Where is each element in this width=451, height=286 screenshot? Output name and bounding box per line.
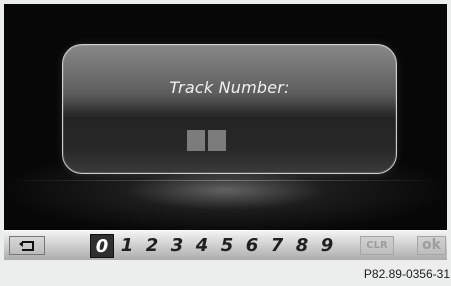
digit-key-1[interactable]: 1 (115, 234, 139, 258)
figure-code: P82.89-0356-31 (363, 267, 450, 281)
numeric-keypad-bar: 0 1 2 3 4 5 6 7 8 9 CLR ok (4, 230, 447, 260)
digit-key-9[interactable]: 9 (315, 234, 339, 258)
digit-key-4[interactable]: 4 (190, 234, 214, 258)
dialog-title: Track Number: (169, 78, 290, 97)
digit-key-8[interactable]: 8 (290, 234, 314, 258)
digit-key-7[interactable]: 7 (265, 234, 289, 258)
digit-key-6[interactable]: 6 (240, 234, 264, 258)
digit-key-5[interactable]: 5 (215, 234, 239, 258)
track-number-digit-slot-2 (208, 130, 226, 151)
track-number-digit-slot-1 (187, 130, 205, 151)
clear-button[interactable]: CLR (360, 236, 394, 255)
track-number-dialog: Track Number: (62, 44, 397, 174)
background-horizon (4, 180, 447, 181)
digit-keys: 0 1 2 3 4 5 6 7 8 9 (90, 233, 340, 259)
digit-key-0[interactable]: 0 (90, 234, 114, 258)
digit-key-2[interactable]: 2 (140, 234, 164, 258)
digit-key-3[interactable]: 3 (165, 234, 189, 258)
track-number-screen: Track Number: 0 1 2 3 4 5 6 7 8 9 CLR ok (4, 4, 447, 260)
back-button[interactable] (9, 236, 45, 255)
ok-button[interactable]: ok (417, 236, 446, 255)
back-arrow-icon (19, 241, 34, 251)
